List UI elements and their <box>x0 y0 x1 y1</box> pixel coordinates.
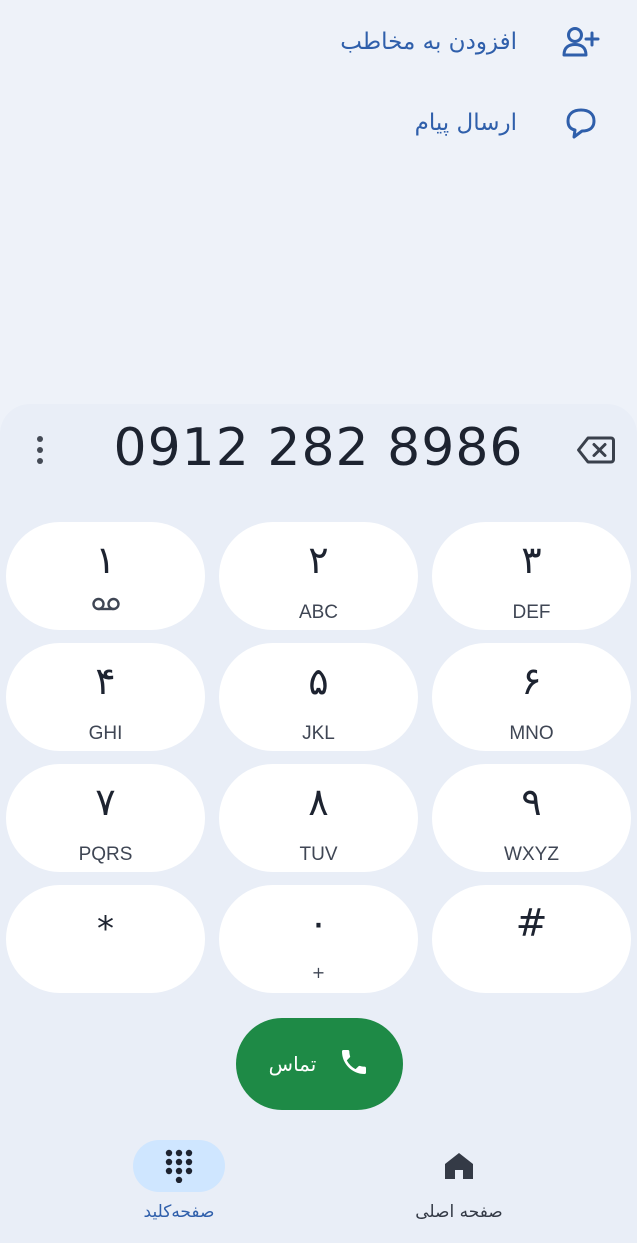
nav-keypad-label: صفحه‌کلید <box>143 1202 215 1222</box>
key-digit: ۴ <box>95 659 116 703</box>
nav-home-pill <box>413 1140 505 1192</box>
key-6[interactable]: ۶ MNO <box>432 643 631 751</box>
key-2[interactable]: ۲ ABC <box>219 522 418 630</box>
add-to-contacts-label: افزودن به مخاطب <box>340 29 517 55</box>
key-digit: * <box>97 909 114 949</box>
more-vert-icon-dot <box>37 447 43 453</box>
message-icon <box>561 103 601 143</box>
nav-keypad[interactable]: صفحه‌کلید <box>94 1140 264 1222</box>
voicemail-icon <box>91 596 121 616</box>
key-digit: ۶ <box>521 659 542 703</box>
key-letters: GHI <box>88 723 123 744</box>
dialpad-sheet: 0912 282 8986 ۱ ۲ ABC ۳ DEF ۴ GHI ۵ JKL … <box>0 404 637 1243</box>
key-5[interactable]: ۵ JKL <box>219 643 418 751</box>
key-letters: PQRS <box>78 844 133 865</box>
key-digit: ۷ <box>95 780 116 824</box>
add-to-contacts-button[interactable]: افزودن به مخاطب <box>340 22 601 62</box>
key-letters: TUV <box>299 844 338 865</box>
key-4[interactable]: ۴ GHI <box>6 643 205 751</box>
nav-keypad-pill <box>133 1140 225 1192</box>
send-message-button[interactable]: ارسال پیام <box>415 103 601 143</box>
bottom-navigation: صفحه‌کلید صفحه اصلی <box>0 1130 637 1243</box>
more-vert-icon <box>37 436 43 442</box>
home-icon <box>445 1153 473 1179</box>
key-hash[interactable]: # <box>432 885 631 993</box>
key-digit: ۲ <box>308 538 329 582</box>
key-digit: ۰ <box>308 901 329 945</box>
call-button[interactable]: تماس <box>236 1018 403 1110</box>
key-letters: MNO <box>509 723 554 744</box>
key-9[interactable]: ۹ WXYZ <box>432 764 631 872</box>
person-add-icon <box>561 22 601 62</box>
send-message-label: ارسال پیام <box>414 110 517 136</box>
dialpad-icon <box>165 1149 193 1183</box>
nav-home[interactable]: صفحه اصلی <box>374 1140 544 1222</box>
key-digit: ۸ <box>308 780 329 824</box>
key-8[interactable]: ۸ TUV <box>219 764 418 872</box>
backspace-button[interactable] <box>575 432 617 468</box>
key-digit: # <box>515 901 548 945</box>
key-digit: ۱ <box>95 538 116 582</box>
number-display-row: 0912 282 8986 <box>0 404 637 494</box>
key-digit: ۳ <box>521 538 542 582</box>
key-letters: DEF <box>512 602 551 623</box>
key-7[interactable]: ۷ PQRS <box>6 764 205 872</box>
nav-home-label: صفحه اصلی <box>415 1202 503 1222</box>
backspace-icon <box>577 436 615 464</box>
dialed-number[interactable]: 0912 282 8986 <box>100 418 537 478</box>
key-star[interactable]: * <box>6 885 205 993</box>
key-letters: WXYZ <box>504 844 559 865</box>
key-letters: ABC <box>298 602 339 623</box>
key-1[interactable]: ۱ <box>6 522 205 630</box>
key-digit: ۹ <box>521 780 542 824</box>
key-0[interactable]: ۰ + <box>219 885 418 993</box>
more-vert-icon-dot <box>37 458 43 464</box>
key-digit: ۵ <box>308 659 329 703</box>
more-options-button[interactable] <box>24 430 56 470</box>
key-3[interactable]: ۳ DEF <box>432 522 631 630</box>
call-label: تماس <box>268 1052 317 1076</box>
phone-icon <box>338 1046 370 1082</box>
key-plus: + <box>311 963 326 982</box>
key-letters: JKL <box>302 723 335 744</box>
